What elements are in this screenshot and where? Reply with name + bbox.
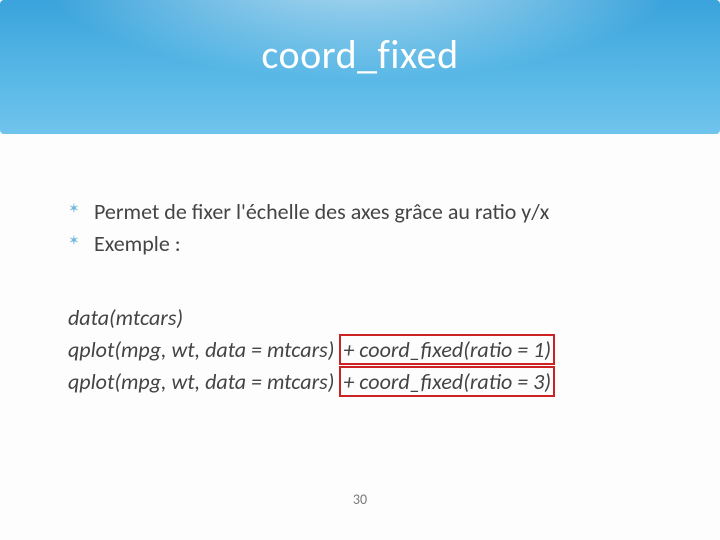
code-line: qplot(mpg, wt, data = mtcars) + coord_fi… [68, 366, 652, 398]
code-text: qplot(mpg, wt, data = mtcars) [68, 368, 334, 395]
bullet-item: Exemple : [68, 228, 652, 260]
highlight-box: + coord_fixed(ratio = 1) [339, 334, 555, 366]
code-line: qplot(mpg, wt, data = mtcars) + coord_fi… [68, 334, 652, 366]
code-text: qplot(mpg, wt, data = mtcars) [68, 336, 334, 363]
slide-content: Permet de fixer l'échelle des axes grâce… [0, 134, 720, 397]
highlight-box: + coord_fixed(ratio = 3) [339, 366, 555, 398]
slide: coord_fixed Permet de fixer l'échelle de… [0, 0, 720, 540]
page-number: 30 [0, 491, 720, 508]
bullet-item: Permet de fixer l'échelle des axes grâce… [68, 196, 652, 228]
bullet-list: Permet de fixer l'échelle des axes grâce… [68, 196, 652, 260]
slide-title: coord_fixed [261, 30, 458, 79]
code-line: data(mtcars) [68, 302, 652, 334]
code-block: data(mtcars) qplot(mpg, wt, data = mtcar… [68, 302, 652, 398]
title-band: coord_fixed [0, 0, 720, 134]
